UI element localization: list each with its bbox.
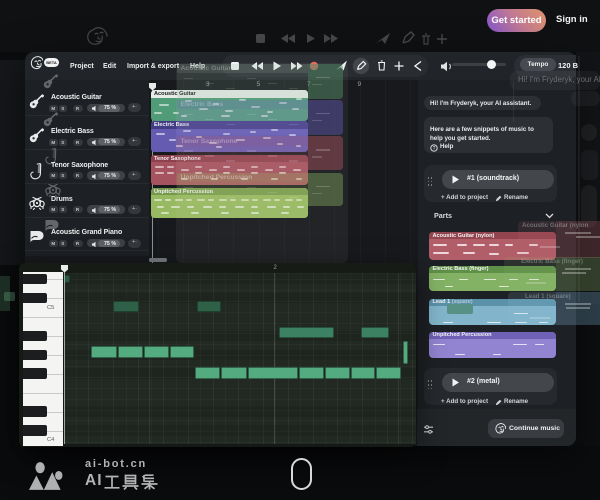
svg-text:?: ? bbox=[433, 146, 436, 152]
